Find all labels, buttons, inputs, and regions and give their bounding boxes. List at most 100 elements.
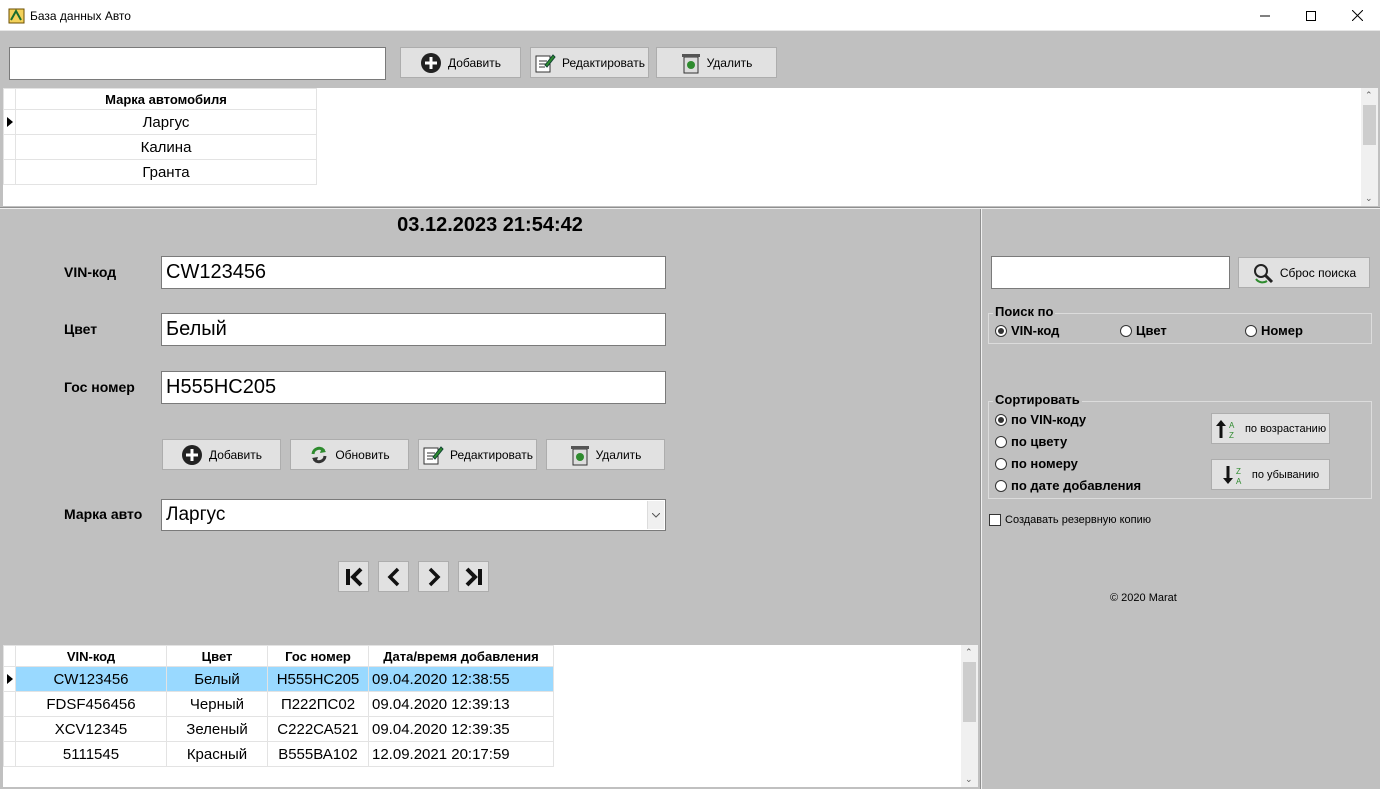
record-delete-button[interactable]: Удалить xyxy=(546,439,665,470)
scroll-down-icon[interactable]: ⌄ xyxy=(965,774,973,785)
sort-asc-label: по возрастанию xyxy=(1244,422,1327,435)
scroll-thumb[interactable] xyxy=(963,662,976,722)
row-header-corner xyxy=(3,88,16,110)
plate-cell[interactable]: Н555НС205 xyxy=(267,666,369,692)
vin-cell[interactable]: 5111545 xyxy=(15,741,167,767)
table-row[interactable]: 5111545 Красный В555ВА102 12.09.2021 20:… xyxy=(3,741,554,767)
date-cell[interactable]: 09.04.2020 12:38:55 xyxy=(368,666,554,692)
minimize-icon xyxy=(1260,15,1270,16)
record-add-button[interactable]: Добавить xyxy=(162,439,281,470)
brand-cell[interactable]: Гранта xyxy=(15,159,317,185)
table-row[interactable]: XCV12345 Зеленый С222СА521 09.04.2020 12… xyxy=(3,716,554,742)
brand-select[interactable]: Ларгус xyxy=(161,499,666,531)
sort-asc-button[interactable]: AZ по возрастанию xyxy=(1211,413,1330,444)
search-radio-color[interactable]: Цвет xyxy=(1120,323,1167,338)
row-pointer xyxy=(3,666,16,692)
records-grid[interactable]: VIN-код Цвет Гос номер Дата/время добавл… xyxy=(3,645,978,787)
record-refresh-button[interactable]: Обновить xyxy=(290,439,409,470)
vin-cell[interactable]: FDSF456456 xyxy=(15,691,167,717)
sort-radio-color[interactable]: по цвету xyxy=(995,434,1067,449)
plate-label: Гос номер xyxy=(64,379,135,395)
record-edit-button[interactable]: Редактировать xyxy=(418,439,537,470)
nav-next-button[interactable] xyxy=(418,561,449,592)
sort-desc-button[interactable]: ZA по убыванию xyxy=(1211,459,1330,490)
search-radio-vin-label: VIN-код xyxy=(1011,323,1060,338)
color-field[interactable] xyxy=(161,313,666,346)
plate-field[interactable] xyxy=(161,371,666,404)
radio-icon xyxy=(995,479,1007,492)
record-add-label: Добавить xyxy=(208,447,263,462)
vin-cell[interactable]: XCV12345 xyxy=(15,716,167,742)
scroll-thumb[interactable] xyxy=(1363,105,1376,145)
table-row[interactable]: Гранта xyxy=(3,159,317,185)
scroll-down-icon[interactable]: ⌄ xyxy=(1365,193,1373,204)
table-row[interactable]: CW123456 Белый Н555НС205 09.04.2020 12:3… xyxy=(3,666,554,692)
maximize-button[interactable] xyxy=(1288,0,1334,31)
date-cell[interactable]: 09.04.2020 12:39:13 xyxy=(368,691,554,717)
vin-cell[interactable]: CW123456 xyxy=(15,666,167,692)
record-delete-label: Удалить xyxy=(595,447,642,462)
scroll-up-icon[interactable]: ⌃ xyxy=(965,647,973,658)
sort-radio-number[interactable]: по номеру xyxy=(995,456,1078,471)
record-refresh-label: Обновить xyxy=(335,447,390,462)
brand-scrollbar[interactable]: ⌃ ⌄ xyxy=(1361,88,1378,206)
column-header-brand[interactable]: Марка автомобиля xyxy=(15,88,317,110)
color-cell[interactable]: Красный xyxy=(166,741,268,767)
table-row[interactable]: FDSF456456 Черный П222ПС02 09.04.2020 12… xyxy=(3,691,554,717)
horizontal-splitter[interactable] xyxy=(0,207,1380,209)
plate-cell[interactable]: С222СА521 xyxy=(267,716,369,742)
search-radio-vin[interactable]: VIN-код xyxy=(995,323,1059,338)
date-cell[interactable]: 09.04.2020 12:39:35 xyxy=(368,716,554,742)
svg-text:Z: Z xyxy=(1229,431,1234,440)
brand-name-input[interactable] xyxy=(9,47,386,80)
search-input[interactable] xyxy=(991,256,1230,289)
column-header-color[interactable]: Цвет xyxy=(166,645,268,667)
brand-cell[interactable]: Ларгус xyxy=(15,109,317,135)
color-cell[interactable]: Зеленый xyxy=(166,716,268,742)
sort-radio-vin[interactable]: по VIN-коду xyxy=(995,412,1086,427)
brand-edit-button[interactable]: Редактировать xyxy=(530,47,649,78)
plate-cell[interactable]: В555ВА102 xyxy=(267,741,369,767)
brand-delete-button[interactable]: Удалить xyxy=(656,47,777,78)
edit-note-icon xyxy=(535,53,556,72)
scroll-up-icon[interactable]: ⌃ xyxy=(1365,90,1373,101)
table-row[interactable]: Ларгус xyxy=(3,109,317,135)
column-header-vin[interactable]: VIN-код xyxy=(15,645,167,667)
first-record-icon xyxy=(345,567,362,586)
color-cell[interactable]: Белый xyxy=(166,666,268,692)
radio-icon xyxy=(1120,324,1132,337)
brand-grid[interactable]: Марка автомобиля Ларгус Калина Гранта ⌃ … xyxy=(3,88,1378,206)
radio-selected-icon xyxy=(995,324,1007,337)
column-header-plate[interactable]: Гос номер xyxy=(267,645,369,667)
sort-radio-date[interactable]: по дате добавления xyxy=(995,478,1141,493)
refresh-icon xyxy=(311,446,327,463)
row-header xyxy=(3,134,16,160)
column-header-date[interactable]: Дата/время добавления xyxy=(368,645,554,667)
records-scrollbar[interactable]: ⌃ ⌄ xyxy=(961,645,978,787)
nav-first-button[interactable] xyxy=(338,561,369,592)
next-record-icon xyxy=(428,567,440,586)
row-header xyxy=(3,741,16,767)
table-row[interactable]: Калина xyxy=(3,134,317,160)
reset-search-button[interactable]: Сброс поиска xyxy=(1238,257,1370,288)
vin-field[interactable] xyxy=(161,256,666,289)
brand-add-button[interactable]: Добавить xyxy=(400,47,521,78)
close-button[interactable] xyxy=(1334,0,1380,31)
vertical-splitter[interactable] xyxy=(980,209,982,789)
backup-checkbox[interactable]: Создавать резервную копию xyxy=(989,514,1151,526)
plate-cell[interactable]: П222ПС02 xyxy=(267,691,369,717)
brand-add-label: Добавить xyxy=(447,55,502,70)
dropdown-button[interactable] xyxy=(647,501,664,529)
records-table: VIN-код Цвет Гос номер Дата/время добавл… xyxy=(3,645,554,767)
brand-cell[interactable]: Калина xyxy=(15,134,317,160)
row-header xyxy=(3,159,16,185)
minimize-button[interactable] xyxy=(1242,0,1288,31)
nav-prev-button[interactable] xyxy=(378,561,409,592)
nav-last-button[interactable] xyxy=(458,561,489,592)
brand-edit-label: Редактировать xyxy=(562,55,645,70)
checkbox-box[interactable] xyxy=(989,514,1001,526)
date-cell[interactable]: 12.09.2021 20:17:59 xyxy=(368,741,554,767)
color-cell[interactable]: Черный xyxy=(166,691,268,717)
plus-circle-icon xyxy=(420,52,441,73)
search-radio-number[interactable]: Номер xyxy=(1245,323,1303,338)
